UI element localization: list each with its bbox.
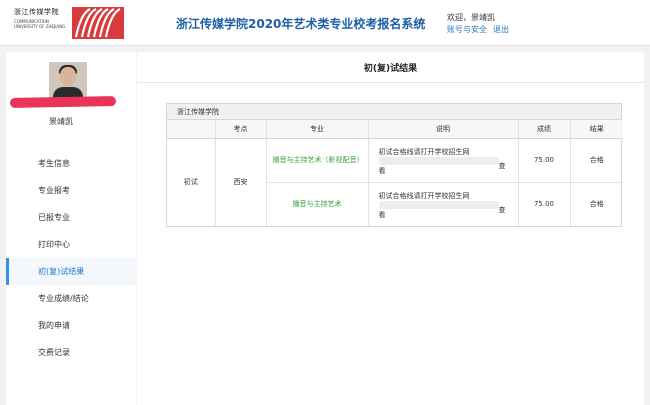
score-cell: 75.00 [518, 138, 571, 183]
user-box: 欢迎，景靖凯 账号与安全 退出 [447, 12, 515, 36]
column-header-major: 专业 [266, 120, 369, 139]
logout-link[interactable]: 退出 [493, 25, 509, 34]
column-header-round [167, 120, 216, 139]
column-header-result: 结果 [570, 120, 623, 139]
redaction-mark [9, 96, 117, 108]
sidebar-menu: 考生信息 专业报考 已报专业 打印中心 初(复)试结果 专业成绩/结论 我的申请… [6, 150, 136, 366]
sidebar-item-major-registration[interactable]: 专业报考 [6, 177, 136, 204]
description-content: 初试合格线请打开学校招生网 查 看 [378, 187, 506, 223]
sidebar: 景靖凯 考生信息 专业报考 已报专业 打印中心 初(复)试结果 专业成绩/结论 … [6, 52, 136, 405]
school-name-bar: 浙江传媒学院 [167, 104, 621, 120]
sidebar-item-candidate-info[interactable]: 考生信息 [6, 150, 136, 177]
description-text: 初试合格线请打开学校招生网 [378, 147, 470, 156]
sidebar-item-my-applications[interactable]: 我的申请 [6, 312, 136, 339]
sidebar-user-name: 景靖凯 [49, 117, 73, 126]
result-cell: 合格 [570, 138, 623, 183]
logo-chinese-name: 浙江传媒学院 [14, 8, 59, 16]
description-text: 初试合格线请打开学校招生网 [378, 191, 470, 200]
greeting-text: 欢迎，景靖凯 [447, 13, 495, 22]
score-cell: 75.00 [518, 182, 571, 226]
description-cell: 初试合格线请打开学校招生网 查 看 [368, 138, 519, 183]
avatar-face [60, 67, 76, 86]
round-cell: 初试 [167, 138, 216, 226]
user-links: 账号与安全 退出 [447, 24, 515, 36]
description-cell: 初试合格线请打开学校招生网 查 看 [368, 182, 519, 226]
logo-text: 浙江传媒学院 COMMUNICATION UNIVERSITY OF ZHEJI… [14, 7, 66, 29]
avatar [49, 62, 87, 98]
title-divider [137, 82, 644, 83]
sidebar-item-print-center[interactable]: 打印中心 [6, 231, 136, 258]
sidebar-item-registered-majors[interactable]: 已报专业 [6, 204, 136, 231]
description-view-b[interactable]: 看 [379, 166, 386, 176]
column-header-venue: 考点 [215, 120, 267, 139]
site-title: 浙江传媒学院2020年艺术类专业校考报名系统 [176, 17, 426, 31]
blurred-link [378, 156, 499, 165]
results-table: 考点 专业 说明 成绩 结果 初试 西安 播音与主持艺术（影视配音） 初试合格线… [167, 120, 623, 226]
results-table-box: 浙江传媒学院 考点 专业 说明 成绩 结果 初试 西安 播音与主持艺术（影视配音… [166, 103, 623, 227]
logo-english-name: COMMUNICATION UNIVERSITY OF ZHEJIANG [14, 19, 66, 29]
column-header-score: 成绩 [518, 120, 571, 139]
university-logo[interactable]: 浙江传媒学院 COMMUNICATION UNIVERSITY OF ZHEJI… [14, 7, 124, 39]
major-cell[interactable]: 播音与主持艺术 [266, 182, 369, 226]
description-content: 初试合格线请打开学校招生网 查 看 [378, 143, 506, 178]
description-view-a[interactable]: 查 [499, 161, 506, 171]
description-view-b[interactable]: 看 [379, 210, 386, 220]
table-header-row: 考点 专业 说明 成绩 结果 [167, 120, 623, 139]
major-cell[interactable]: 播音与主持艺术（影视配音） [266, 138, 369, 183]
account-security-link[interactable]: 账号与安全 [447, 25, 487, 34]
page-title: 初(复)试结果 [363, 64, 418, 74]
blurred-link [378, 200, 499, 209]
result-cell: 合格 [589, 200, 604, 209]
description-view-a[interactable]: 查 [499, 205, 506, 215]
column-header-description: 说明 [368, 120, 519, 139]
sidebar-item-scores-conclusion[interactable]: 专业成绩/结论 [6, 285, 136, 312]
top-header: 浙江传媒学院 COMMUNICATION UNIVERSITY OF ZHEJI… [0, 0, 650, 46]
venue-cell: 西安 [215, 138, 267, 226]
sidebar-item-payment-records[interactable]: 交费记录 [6, 339, 136, 366]
table-row: 初试 西安 播音与主持艺术（影视配音） 初试合格线请打开学校招生网 查 看 75… [167, 138, 623, 226]
sidebar-item-exam-results[interactable]: 初(复)试结果 [6, 258, 136, 285]
logo-emblem [72, 7, 124, 39]
main-panel: 初(复)试结果 浙江传媒学院 考点 专业 说明 成绩 结果 初试 西安 播音与主… [137, 52, 644, 405]
